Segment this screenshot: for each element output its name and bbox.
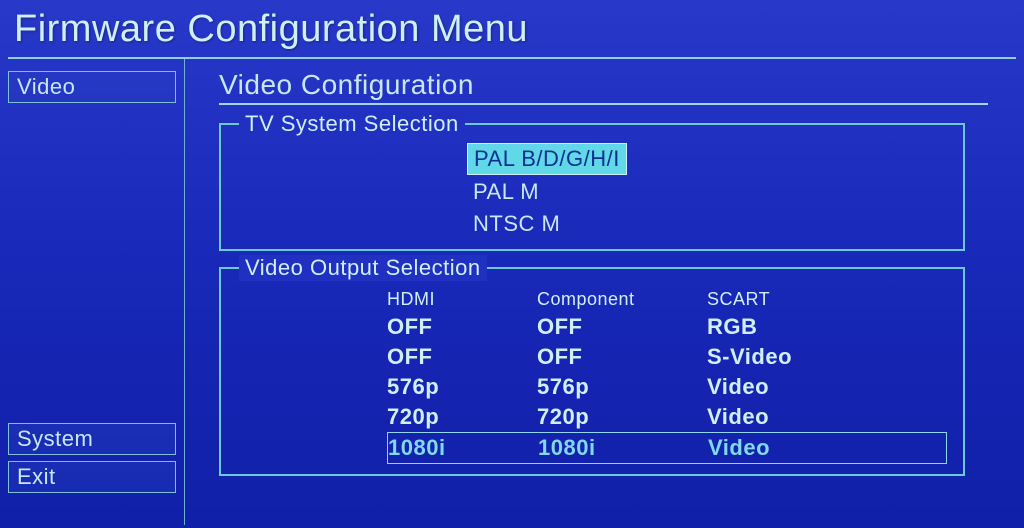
tv-option-ntsc-m[interactable]: NTSC M <box>467 209 566 239</box>
cell-scart: S-Video <box>707 344 857 370</box>
cell-scart: RGB <box>707 314 857 340</box>
cell-hdmi: OFF <box>387 344 537 370</box>
sidebar-item-system[interactable]: System <box>8 423 176 455</box>
content-area: Video System Exit Video Configuration TV… <box>0 59 1024 525</box>
cell-component: OFF <box>537 344 707 370</box>
sidebar: Video System Exit <box>0 59 185 525</box>
sidebar-top: Video <box>8 71 176 103</box>
tv-system-options: PAL B/D/G/H/I PAL M NTSC M <box>237 143 947 239</box>
cell-scart: Video <box>707 404 857 430</box>
output-row-3[interactable]: 720p 720p Video <box>387 402 947 432</box>
cell-hdmi: OFF <box>387 314 537 340</box>
tv-system-group: TV System Selection PAL B/D/G/H/I PAL M … <box>219 123 965 251</box>
cell-hdmi: 1080i <box>388 435 538 461</box>
header-component: Component <box>537 289 707 310</box>
cell-component: 1080i <box>538 435 708 461</box>
sidebar-item-exit[interactable]: Exit <box>8 461 176 493</box>
output-header-row: HDMI Component SCART <box>387 287 947 312</box>
video-output-table: HDMI Component SCART OFF OFF RGB OFF OFF… <box>237 287 947 464</box>
output-row-0[interactable]: OFF OFF RGB <box>387 312 947 342</box>
cell-hdmi: 576p <box>387 374 537 400</box>
main-panel: Video Configuration TV System Selection … <box>185 59 1024 525</box>
video-output-group: Video Output Selection HDMI Component SC… <box>219 267 965 476</box>
section-heading: Video Configuration <box>219 69 1004 101</box>
header-hdmi: HDMI <box>387 289 537 310</box>
section-divider <box>219 103 988 105</box>
cell-component: 576p <box>537 374 707 400</box>
output-row-4[interactable]: 1080i 1080i Video <box>387 432 947 464</box>
cell-component: 720p <box>537 404 707 430</box>
output-row-2[interactable]: 576p 576p Video <box>387 372 947 402</box>
output-row-1[interactable]: OFF OFF S-Video <box>387 342 947 372</box>
cell-hdmi: 720p <box>387 404 537 430</box>
tv-option-pal-bdghi[interactable]: PAL B/D/G/H/I <box>467 143 627 175</box>
cell-scart: Video <box>708 435 858 461</box>
page-title: Firmware Configuration Menu <box>0 0 1024 57</box>
sidebar-item-video[interactable]: Video <box>8 71 176 103</box>
sidebar-bottom: System Exit <box>8 423 176 513</box>
video-output-group-label: Video Output Selection <box>239 255 487 281</box>
tv-system-group-label: TV System Selection <box>239 111 465 137</box>
cell-component: OFF <box>537 314 707 340</box>
cell-scart: Video <box>707 374 857 400</box>
header-scart: SCART <box>707 289 857 310</box>
tv-option-pal-m[interactable]: PAL M <box>467 177 545 207</box>
